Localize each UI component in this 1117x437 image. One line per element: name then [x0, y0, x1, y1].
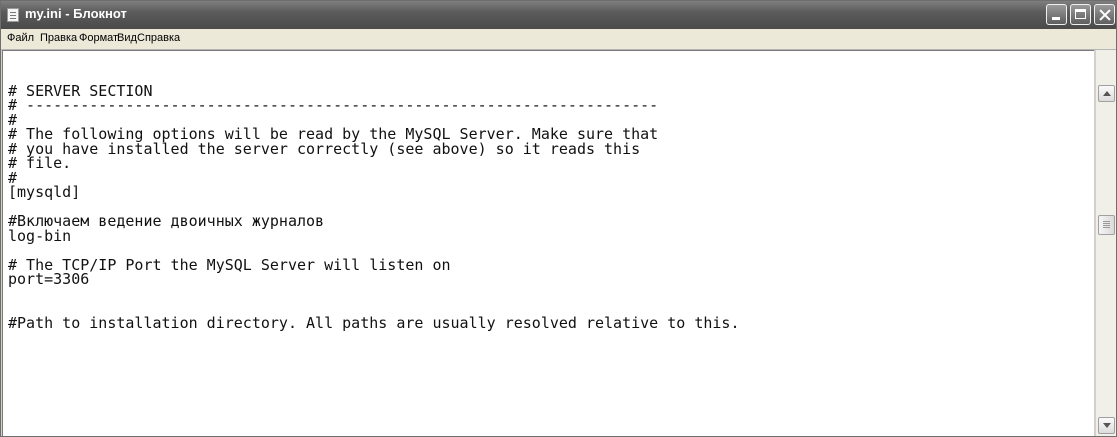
scroll-thumb-grip-icon[interactable]	[1098, 215, 1115, 235]
editor-line: [mysqld]	[8, 183, 81, 201]
menu-file[interactable]: Файл	[7, 32, 34, 44]
vertical-scrollbar[interactable]	[1095, 50, 1116, 436]
scroll-up-arrow-icon[interactable]	[1098, 85, 1115, 102]
editor-line: #Path to installation directory. All pat…	[8, 314, 740, 332]
menu-view[interactable]: Вид	[117, 32, 137, 44]
title-bar[interactable]: my.ini - Блокнот	[1, 1, 1116, 30]
close-icon[interactable]	[1094, 4, 1115, 25]
editor-line: log-bin	[8, 227, 72, 245]
scroll-down-arrow-icon[interactable]	[1098, 417, 1115, 434]
window-title: my.ini - Блокнот	[25, 6, 127, 21]
menu-format[interactable]: Формат	[79, 32, 118, 44]
text-editor-area[interactable]: # SERVER SECTION # ---------------------…	[2, 50, 1094, 436]
menu-edit[interactable]: Правка	[40, 32, 77, 44]
maximize-icon[interactable]	[1070, 4, 1091, 25]
minimize-icon[interactable]	[1046, 4, 1067, 25]
menu-bar: Файл Правка Формат Вид Справка	[1, 29, 1116, 50]
notepad-icon[interactable]	[7, 8, 19, 22]
menu-help[interactable]: Справка	[137, 32, 180, 44]
editor-line: # file.	[8, 154, 72, 172]
notepad-window: my.ini - Блокнот Файл Правка Формат Вид …	[0, 0, 1117, 437]
editor-line: port=3306	[8, 270, 90, 288]
editor-line: # --------------------------------------…	[8, 96, 659, 114]
editor-line: # you have installed the server correctl…	[8, 140, 641, 158]
